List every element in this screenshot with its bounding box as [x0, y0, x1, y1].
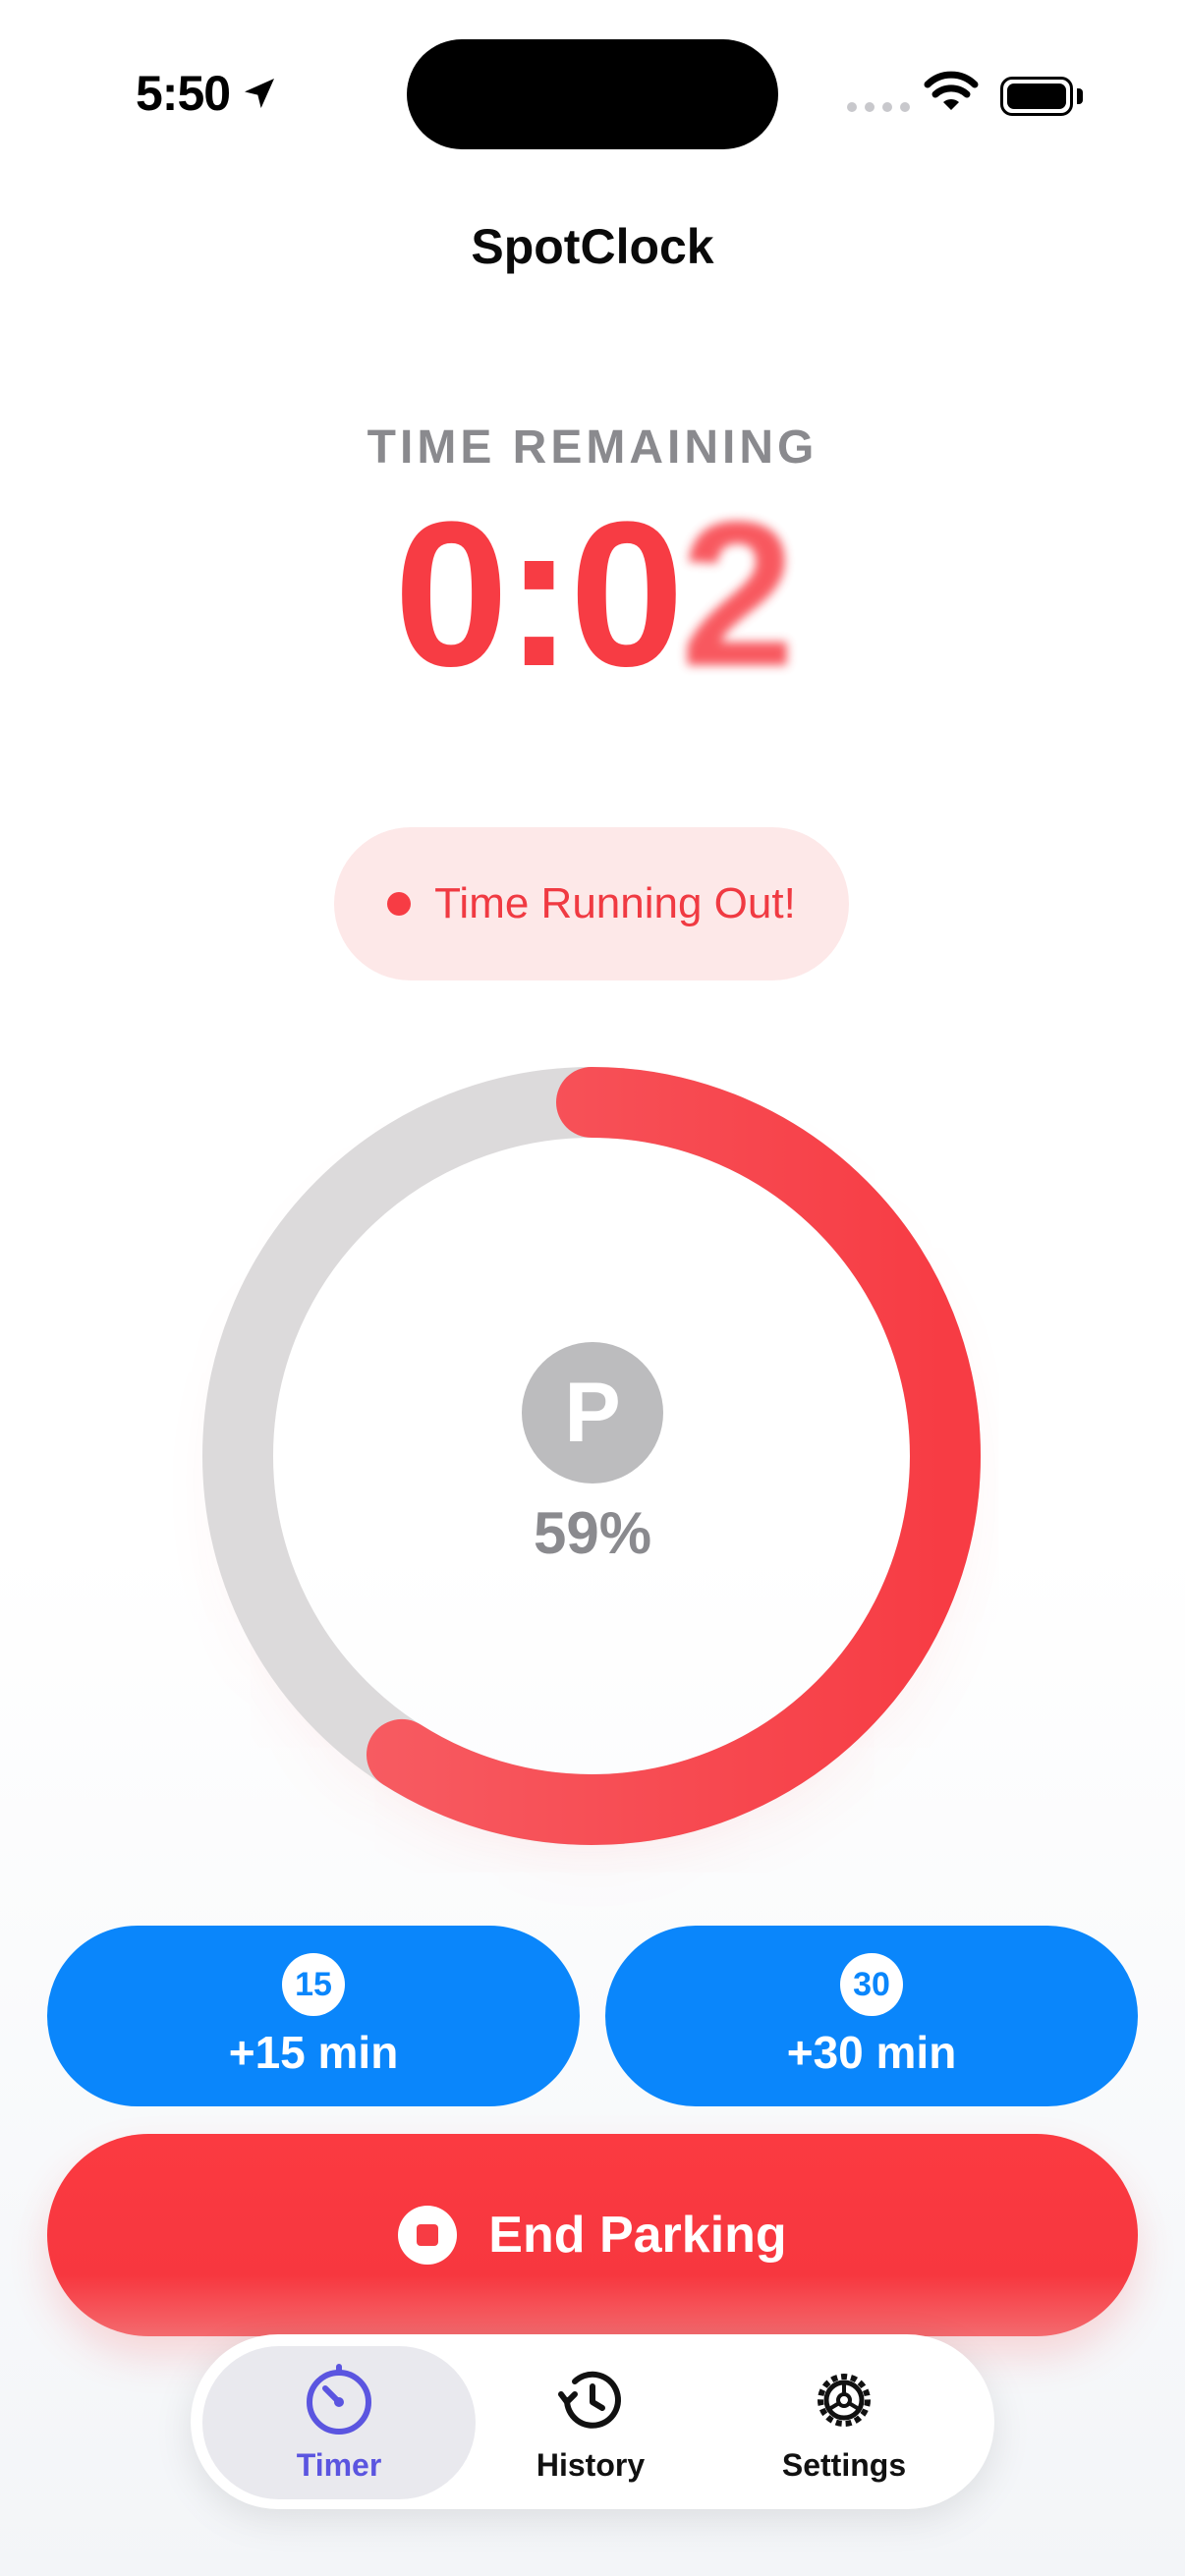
warning-text: Time Running Out!: [434, 879, 796, 927]
add-15-min-button[interactable]: 15 +15 min: [47, 1926, 580, 2106]
15-min-badge-icon: 15: [282, 1953, 345, 2016]
cellular-signal-icon: [847, 102, 910, 112]
add-30-min-button[interactable]: 30 +30 min: [605, 1926, 1138, 2106]
tab-timer-label: Timer: [296, 2446, 382, 2483]
gear-icon: [818, 2373, 871, 2427]
location-arrow-icon: [245, 79, 275, 108]
dynamic-island: [407, 39, 778, 149]
wifi-icon: [924, 71, 979, 110]
end-parking-label: End Parking: [488, 2207, 787, 2264]
app-title: SpotClock: [471, 219, 714, 274]
time-value-last-digit: 2: [680, 478, 795, 709]
tab-settings[interactable]: Settings: [707, 2346, 981, 2499]
time-remaining-label: TIME REMAINING: [367, 421, 818, 474]
tab-settings-label: Settings: [781, 2446, 907, 2483]
time-remaining-value: 0:02: [0, 491, 1185, 698]
time-value-main: 0:0: [393, 478, 685, 709]
tab-history[interactable]: History: [454, 2346, 727, 2499]
add-30-min-label: +30 min: [786, 2027, 957, 2078]
30-min-badge-icon: 30: [840, 1953, 903, 2016]
clock-text: 5:50: [136, 66, 231, 121]
battery-icon: [1000, 77, 1073, 116]
stop-circle-icon: [398, 2206, 458, 2265]
warning-dot-icon: [387, 892, 412, 916]
status-bar-time: 5:50: [136, 65, 279, 122]
warning-badge: Time Running Out!: [334, 827, 849, 980]
parking-icon: P: [522, 1342, 663, 1484]
timer-icon: [307, 2363, 371, 2435]
battery-tip: [1077, 88, 1083, 104]
tab-history-label: History: [536, 2446, 646, 2483]
history-icon: [558, 2371, 621, 2429]
end-parking-button[interactable]: End Parking: [47, 2134, 1138, 2336]
progress-percent: 59%: [533, 1500, 652, 1566]
tab-timer[interactable]: Timer: [202, 2346, 476, 2499]
add-15-min-label: +15 min: [228, 2027, 399, 2078]
